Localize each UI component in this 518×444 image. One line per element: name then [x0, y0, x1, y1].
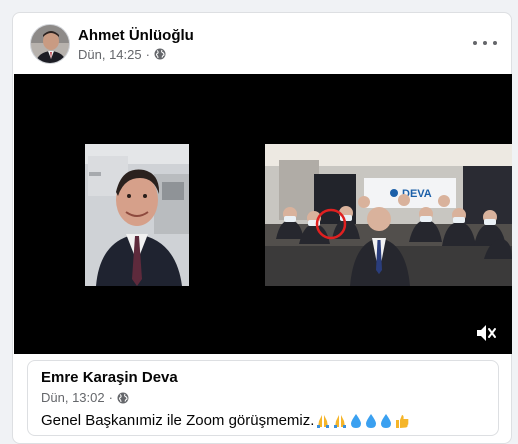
avatar-image	[31, 25, 69, 63]
emoji-row	[315, 413, 410, 429]
shared-post[interactable]: Emre Karaşin Deva Dün, 13:02 · Genel Baş…	[27, 360, 499, 436]
droplet-icon	[366, 413, 377, 428]
shared-post-message: Genel Başkanımiz ile Zoom görüşmemiz.	[41, 412, 315, 429]
post-card: Ahmet Ünlüoğlu Dün, 14:25 · DEVA Emre Ka…	[12, 12, 512, 444]
shared-post-time[interactable]: Dün, 13:02	[41, 390, 105, 405]
zoom-panel-right: DEVA	[265, 144, 512, 286]
droplet-icon	[381, 413, 392, 428]
more-dot	[493, 41, 497, 45]
video-frame: DEVA	[14, 74, 512, 354]
droplet-icon	[351, 413, 362, 428]
folded-hands-icon	[317, 414, 330, 428]
author-block: Ahmet Ünlüoğlu Dün, 14:25 ·	[78, 27, 194, 62]
post-meta: Dün, 14:25 ·	[78, 47, 194, 62]
author-name[interactable]: Ahmet Ünlüoğlu	[78, 27, 194, 45]
shared-post-text: Genel Başkanımiz ile Zoom görüşmemiz.	[41, 412, 410, 429]
speaker-muted-glyph	[477, 325, 496, 341]
zoom-panel-left	[85, 144, 189, 286]
meta-separator: ·	[145, 46, 150, 62]
shared-author-name[interactable]: Emre Karaşin Deva	[41, 369, 178, 386]
meta-separator: ·	[108, 390, 113, 405]
more-dot	[483, 41, 487, 45]
author-avatar[interactable]	[30, 24, 70, 64]
globe-icon	[154, 48, 166, 60]
folded-hands-icon	[334, 414, 347, 428]
thumbs-up-icon	[396, 414, 409, 428]
globe-icon	[117, 392, 129, 403]
post-header: Ahmet Ünlüoğlu Dün, 14:25 ·	[30, 24, 194, 64]
shared-post-meta: Dün, 13:02 ·	[41, 390, 129, 405]
video-player[interactable]: DEVA	[14, 74, 512, 354]
speaker-muted-icon[interactable]	[474, 322, 498, 344]
more-options-icon[interactable]	[473, 35, 497, 51]
more-dot	[473, 41, 477, 45]
post-time[interactable]: Dün, 14:25	[78, 47, 142, 62]
